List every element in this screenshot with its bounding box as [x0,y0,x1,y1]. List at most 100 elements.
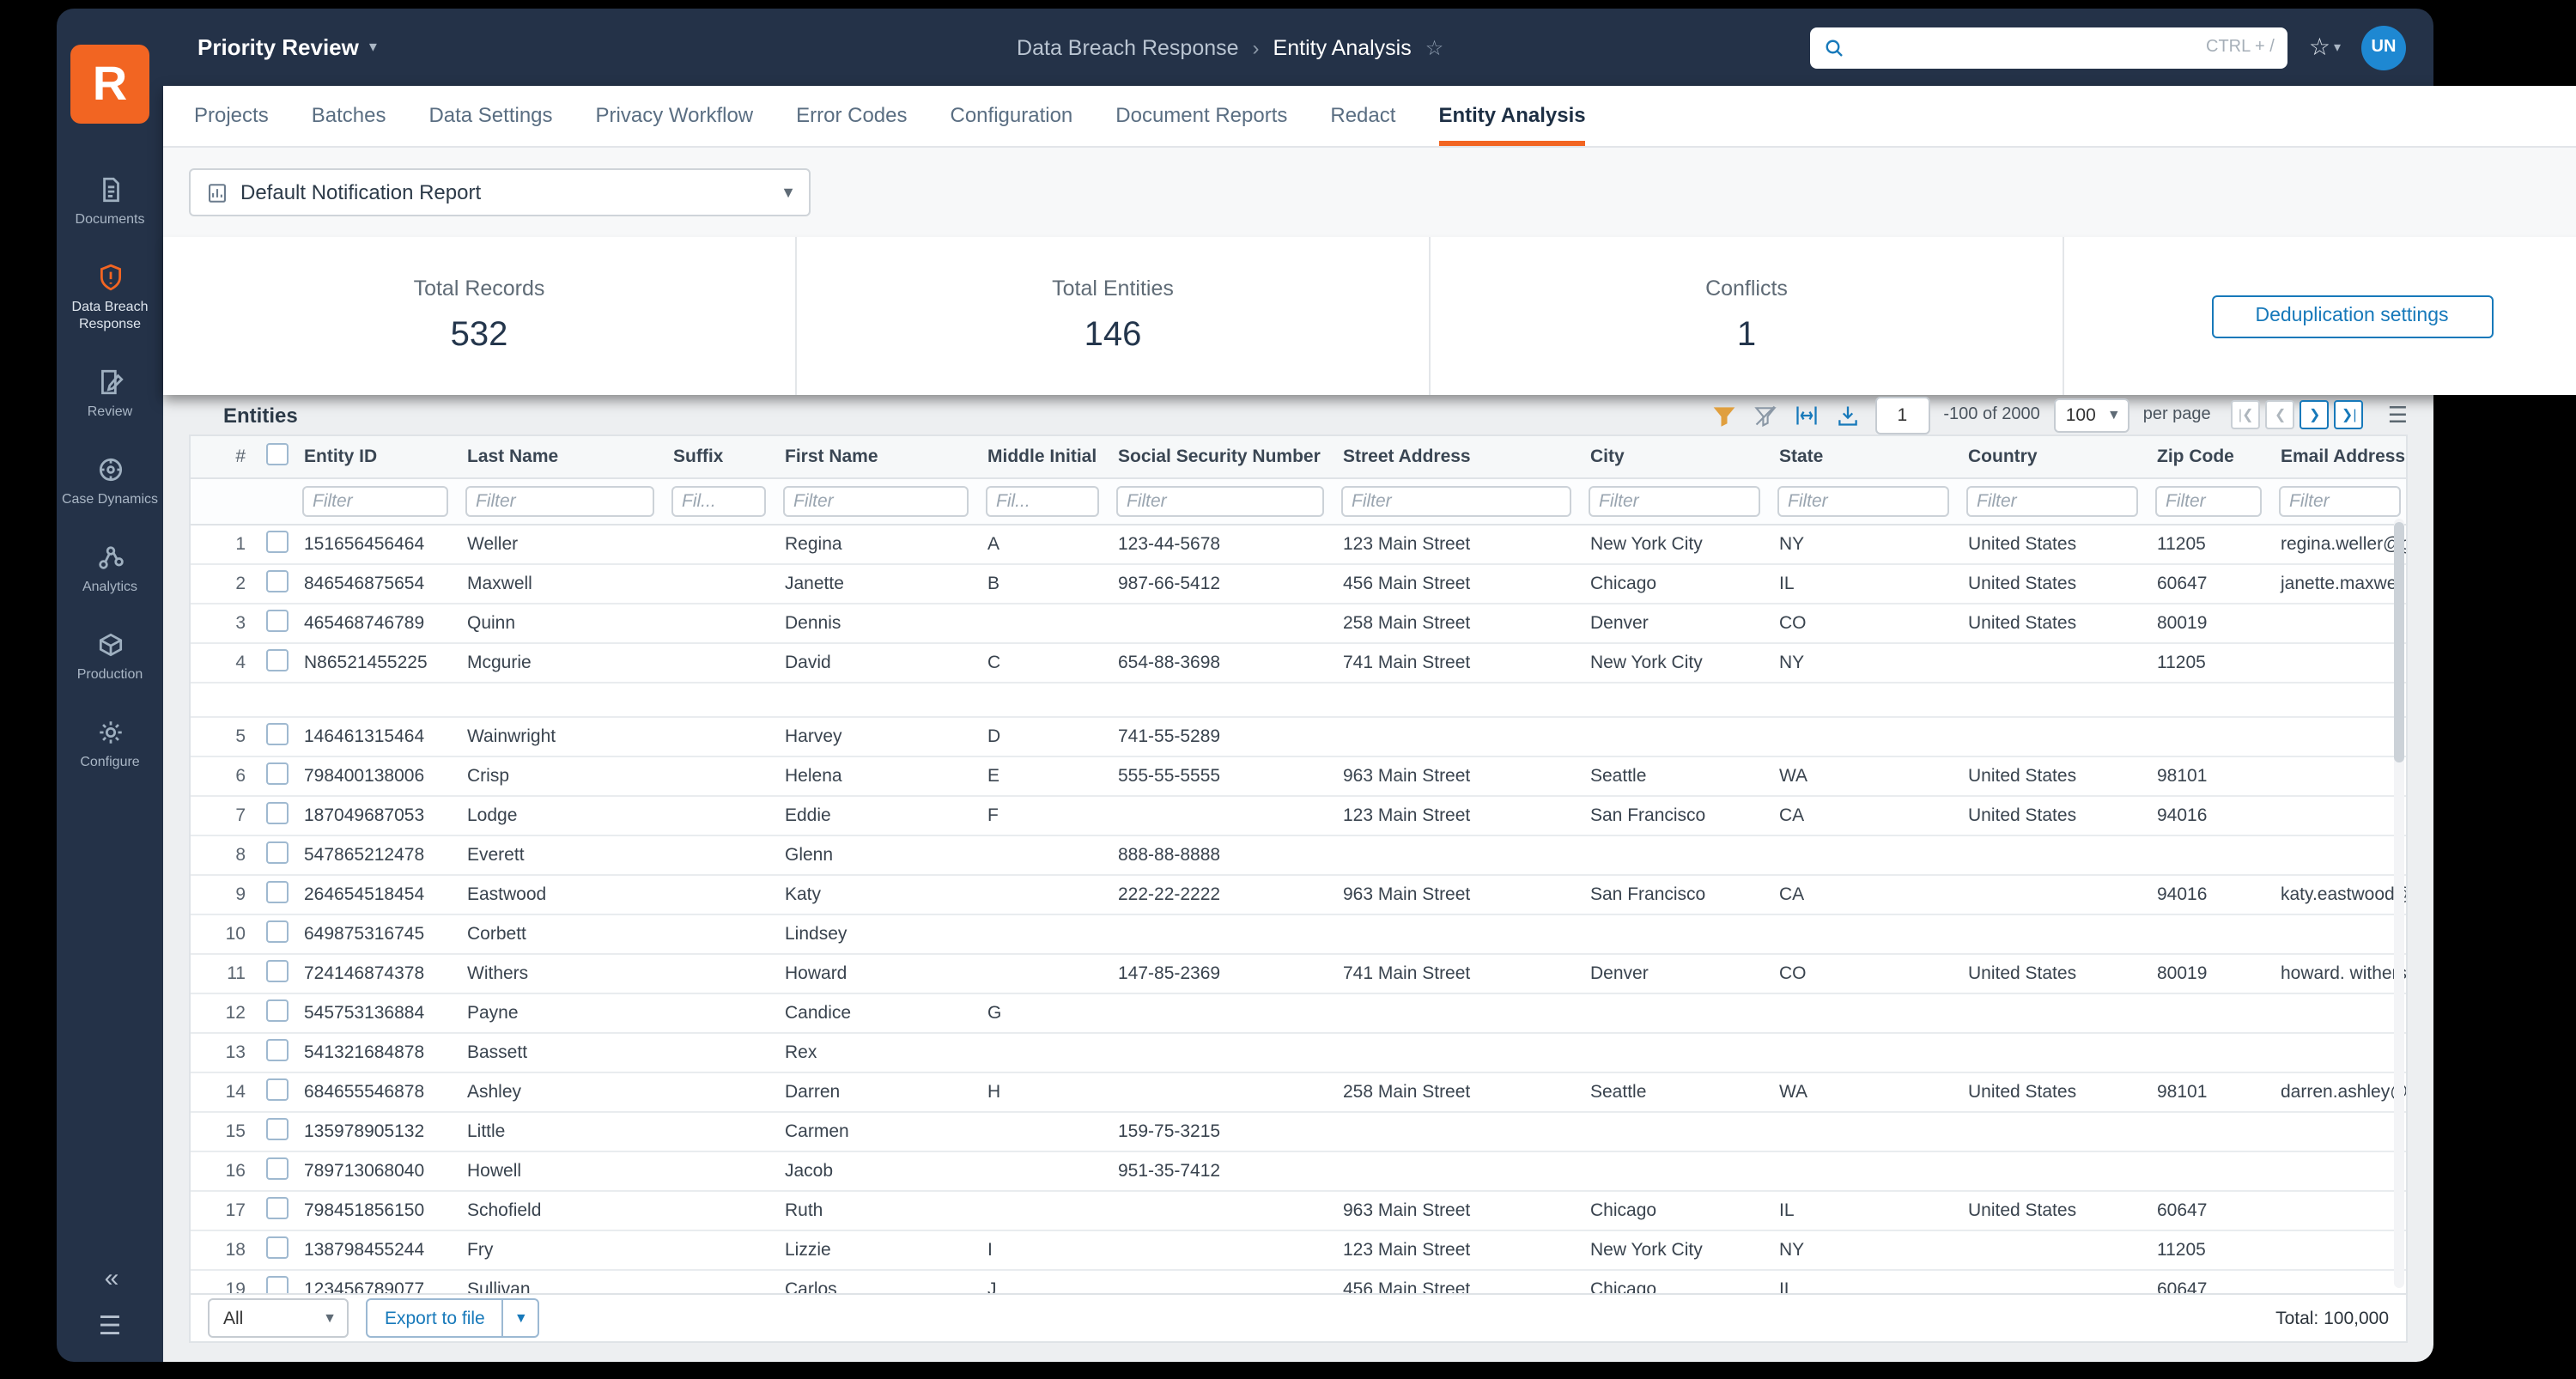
row-checkbox[interactable] [266,920,289,943]
workspace-selector[interactable]: Priority Review ▾ [197,34,377,60]
table-row[interactable]: 6798400138006CrispHelenaE555-55-5555963 … [191,756,2406,796]
row-checkbox[interactable] [266,762,289,785]
column-filter-input-8[interactable] [1341,486,1571,517]
report-selector[interactable]: Default Notification Report ▼ [189,168,811,216]
column-header-street-address[interactable]: Street Address [1333,436,1580,478]
entity-id-link[interactable]: 846546875654 [294,564,457,604]
scrollbar-thumb[interactable] [2394,522,2404,762]
tab-data-settings[interactable]: Data Settings [428,86,552,146]
tab-document-reports[interactable]: Document Reports [1115,86,1287,146]
tab-redact[interactable]: Redact [1330,86,1395,146]
sidebar-item-data-breach-response[interactable]: Data Breach Response [57,259,163,337]
vertical-scrollbar[interactable] [2394,519,2404,1288]
column-filter-input-9[interactable] [1589,486,1760,517]
column-filter-input-11[interactable] [1966,486,2138,517]
column-header-city[interactable]: City [1580,436,1769,478]
table-row[interactable]: 9264654518454EastwoodKaty222-22-2222963 … [191,875,2406,914]
column-header-first-name[interactable]: First Name [775,436,977,478]
app-logo[interactable]: R [70,45,149,124]
favorite-star-icon[interactable]: ☆ [1425,35,1444,59]
page-size-select[interactable]: 100 ▼ [2054,398,2129,432]
table-row[interactable]: 14684655546878AshleyDarrenH258 Main Stre… [191,1072,2406,1112]
row-checkbox[interactable] [266,649,289,671]
breadcrumb-parent[interactable]: Data Breach Response [1017,35,1239,59]
column-header-middle-initial[interactable]: Middle Initial [977,436,1108,478]
table-row[interactable]: 8547865212478EverettGlenn888-88-8888 [191,835,2406,875]
table-row[interactable]: 19123456789077SullivanCarlosJ456 Main St… [191,1270,2406,1293]
column-filter-input-3[interactable] [465,486,654,517]
sidebar-menu-button[interactable]: ☰ [99,1310,122,1341]
clear-filter-icon[interactable] [1751,401,1778,428]
entity-id-link[interactable]: 187049687053 [294,796,457,835]
column-filter-input-6[interactable] [986,486,1099,517]
table-row[interactable]: 11724146874378WithersHoward147-85-236974… [191,954,2406,993]
last-page-button[interactable]: ❯| [2335,400,2364,429]
entity-id-link[interactable]: 146461315464 [294,717,457,756]
sidebar-collapse-button[interactable]: « [105,1264,116,1293]
entity-id-link[interactable]: 789713068040 [294,1151,457,1191]
user-avatar[interactable]: UN [2361,25,2406,70]
column-filter-input-12[interactable] [2155,486,2262,517]
table-row[interactable]: 17798451856150SchofieldRuth963 Main Stre… [191,1191,2406,1230]
row-checkbox[interactable] [266,610,289,632]
column-header-email-address[interactable]: Email Address [2270,436,2406,478]
tab-error-codes[interactable]: Error Codes [796,86,907,146]
entity-id-link[interactable]: 547865212478 [294,835,457,875]
row-checkbox[interactable] [266,999,289,1022]
row-checkbox[interactable] [266,881,289,903]
grid-menu-icon[interactable]: ☰ [2388,401,2408,428]
breadcrumb-current[interactable]: Entity Analysis [1273,35,1412,59]
table-row[interactable]: 18138798455244FryLizzieI123 Main StreetN… [191,1230,2406,1270]
entity-id-link[interactable]: 684655546878 [294,1072,457,1112]
sidebar-item-documents[interactable]: Documents [57,172,163,232]
entity-id-link[interactable]: 123456789077 [294,1270,457,1293]
deduplication-settings-button[interactable]: Deduplication settings [2211,295,2493,337]
table-row[interactable]: 2846546875654MaxwellJanetteB987-66-54124… [191,564,2406,604]
row-checkbox[interactable] [266,1236,289,1259]
global-search-input[interactable]: CTRL + / [1811,27,2288,68]
sidebar-item-analytics[interactable]: Analytics [57,539,163,599]
table-row[interactable]: 16789713068040HowellJacob951-35-7412 [191,1151,2406,1191]
entity-id-link[interactable]: 798451856150 [294,1191,457,1230]
row-checkbox[interactable] [266,723,289,745]
entity-id-link[interactable]: 138798455244 [294,1230,457,1270]
entity-id-link[interactable]: 465468746789 [294,604,457,643]
column-filter-input-2[interactable] [302,486,448,517]
fit-columns-icon[interactable] [1792,401,1820,428]
tab-configuration[interactable]: Configuration [951,86,1073,146]
column-header-zip-code[interactable]: Zip Code [2147,436,2270,478]
column-header-entity-id[interactable]: Entity ID [294,436,457,478]
tab-privacy-workflow[interactable]: Privacy Workflow [596,86,754,146]
row-checkbox[interactable] [266,960,289,982]
sidebar-item-configure[interactable]: Configure [57,714,163,775]
table-row[interactable]: 7187049687053LodgeEddieF123 Main StreetS… [191,796,2406,835]
entity-id-link[interactable]: 724146874378 [294,954,457,993]
entity-id-link[interactable]: 545753136884 [294,993,457,1033]
export-grid-icon[interactable] [1833,401,1861,428]
row-checkbox[interactable] [266,531,289,553]
column-filter-input-13[interactable] [2279,486,2401,517]
row-checkbox[interactable] [266,1197,289,1219]
sidebar-item-production[interactable]: Production [57,627,163,687]
page-number-input[interactable] [1874,396,1929,434]
entity-id-link[interactable]: 264654518454 [294,875,457,914]
column-header-last-name[interactable]: Last Name [457,436,663,478]
filter-icon[interactable] [1710,401,1737,428]
export-to-file-button[interactable]: Export to file [368,1300,502,1336]
row-checkbox[interactable] [266,1039,289,1061]
column-filter-input-7[interactable] [1116,486,1324,517]
table-row[interactable]: 5146461315464WainwrightHarveyD741-55-528… [191,717,2406,756]
row-checkbox[interactable] [266,1276,289,1293]
entity-id-link[interactable]: 798400138006 [294,756,457,796]
export-options-button[interactable]: ▼ [502,1300,538,1336]
table-row[interactable]: 4N86521455225McgurieDavidC654-88-3698741… [191,643,2406,683]
entity-id-link[interactable]: 135978905132 [294,1112,457,1151]
row-checkbox[interactable] [266,1157,289,1180]
column-header-state[interactable]: State [1769,436,1958,478]
select-all-checkbox[interactable] [266,443,289,465]
row-checkbox[interactable] [266,1078,289,1101]
table-row[interactable]: 15135978905132LittleCarmen159-75-3215 [191,1112,2406,1151]
tab-entity-analysis[interactable]: Entity Analysis [1438,86,1585,146]
column-header-suffix[interactable]: Suffix [663,436,775,478]
table-row[interactable]: 13541321684878BassettRex [191,1033,2406,1072]
